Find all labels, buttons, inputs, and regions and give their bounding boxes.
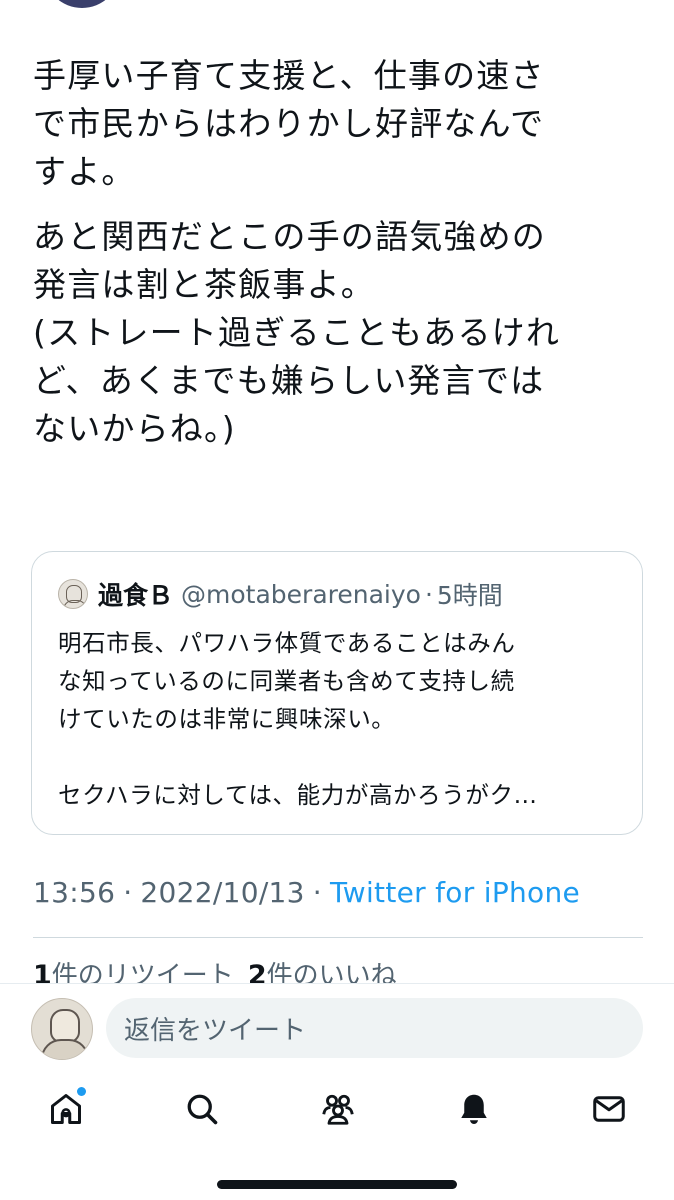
meta-separator: · [123, 876, 133, 909]
meta-separator: · [312, 876, 322, 909]
quoted-author-avatar [58, 579, 88, 609]
quoted-author-handle: @motaberarenaiyo [181, 579, 421, 609]
quoted-tweet-text: 明石市長、パワハラ体質であることはみん な知っているのに同業者も含めて支持し続 … [58, 629, 538, 809]
tab-messages[interactable] [587, 1087, 631, 1131]
current-user-avatar [31, 998, 93, 1060]
bottom-tab-bar [0, 1073, 674, 1145]
retweets-stat[interactable]: 1件のリツイート [33, 960, 234, 985]
tab-communities[interactable] [316, 1087, 360, 1131]
notifications-icon [461, 1094, 487, 1124]
reply-input[interactable]: 返信をツイート [106, 998, 643, 1058]
home-icon [51, 1094, 81, 1124]
communities-icon [322, 1094, 354, 1125]
tweet-source-link[interactable]: Twitter for iPhone [330, 876, 580, 909]
like-count: 2 [247, 960, 267, 985]
divider [33, 937, 643, 938]
tweet-paragraph-1: 手厚い子育て支援と、仕事の速さ で市民からはわりかし好評なんで すよ。 [33, 56, 545, 191]
reply-bar: 返信をツイート [0, 983, 674, 1073]
tweet-meta: 13:56 · 2022/10/13 · Twitter for iPhone [33, 876, 580, 909]
retweet-label: 件のリツイート [51, 961, 234, 985]
like-label: 件のいいね [266, 961, 397, 985]
tweet-time: 13:56 [33, 876, 116, 909]
messages-icon [593, 1096, 625, 1122]
tab-search[interactable] [180, 1087, 224, 1131]
tweet-detail-screen: 手厚い子育て支援と、仕事の速さ で市民からはわりかし好評なんで すよ。 あと関西… [0, 0, 674, 1200]
tab-notifications[interactable] [452, 1087, 496, 1131]
tab-home[interactable] [44, 1087, 88, 1131]
tweet-date: 2022/10/13 [140, 876, 305, 909]
home-badge-dot [77, 1087, 86, 1096]
home-indicator [217, 1180, 457, 1189]
tweet-paragraph-2: あと関西だとこの手の語気強めの 発言は割と茶飯事よ。 (ストレート過ぎることもあ… [33, 217, 561, 448]
tweet-stats: 1件のリツイート 2件のいいね [33, 955, 397, 985]
quoted-author-name: 過食Ｂ [98, 581, 174, 610]
quoted-separator: · [424, 579, 433, 609]
quoted-tweet[interactable]: 過食Ｂ @motaberarenaiyo · 5時間 明石市長、パワハラ体質であ… [31, 551, 643, 835]
author-avatar[interactable] [44, 0, 120, 8]
likes-stat[interactable]: 2件のいいね [247, 960, 397, 985]
search-icon [187, 1094, 218, 1125]
tweet-body: 手厚い子育て支援と、仕事の速さ で市民からはわりかし好評なんで すよ。 あと関西… [33, 52, 643, 470]
quoted-tweet-header: 過食Ｂ @motaberarenaiyo · 5時間 [58, 576, 618, 612]
retweet-count: 1 [33, 960, 52, 985]
quoted-timestamp: 5時間 [436, 581, 503, 610]
